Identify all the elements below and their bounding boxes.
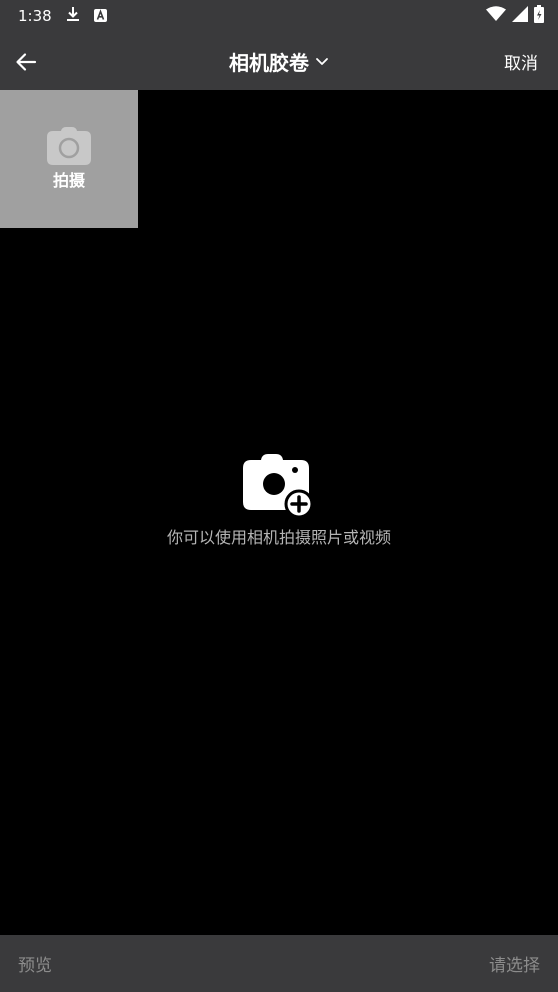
notification-a-icon [93, 7, 107, 26]
preview-button[interactable]: 预览 [18, 951, 52, 976]
bottom-bar: 预览 请选择 [0, 935, 558, 992]
status-time: 1:38 [18, 7, 52, 25]
empty-state: 你可以使用相机拍摄照片或视频 [0, 450, 558, 548]
status-bar: 1:38 [0, 0, 558, 32]
back-button[interactable] [10, 46, 42, 78]
battery-icon [534, 5, 544, 27]
select-button[interactable]: 请选择 [489, 951, 540, 976]
signal-icon [512, 6, 528, 26]
camera-tile-label: 拍摄 [52, 171, 85, 190]
app-bar: 相机胶卷 取消 [0, 32, 558, 90]
wifi-icon [486, 6, 506, 26]
camera-icon [47, 127, 91, 165]
chevron-down-icon[interactable] [315, 56, 329, 66]
status-bar-left: 1:38 [18, 6, 107, 26]
status-bar-right [486, 5, 544, 27]
album-selector: 相机胶卷 [0, 32, 558, 90]
arrow-left-icon [16, 53, 37, 71]
camera-add-icon [243, 454, 314, 518]
download-icon [66, 6, 80, 26]
camera-capture-tile[interactable]: 拍摄 [0, 90, 138, 228]
cancel-button[interactable]: 取消 [504, 49, 538, 74]
empty-state-message: 你可以使用相机拍摄照片或视频 [166, 528, 391, 547]
album-title[interactable]: 相机胶卷 [229, 47, 309, 76]
